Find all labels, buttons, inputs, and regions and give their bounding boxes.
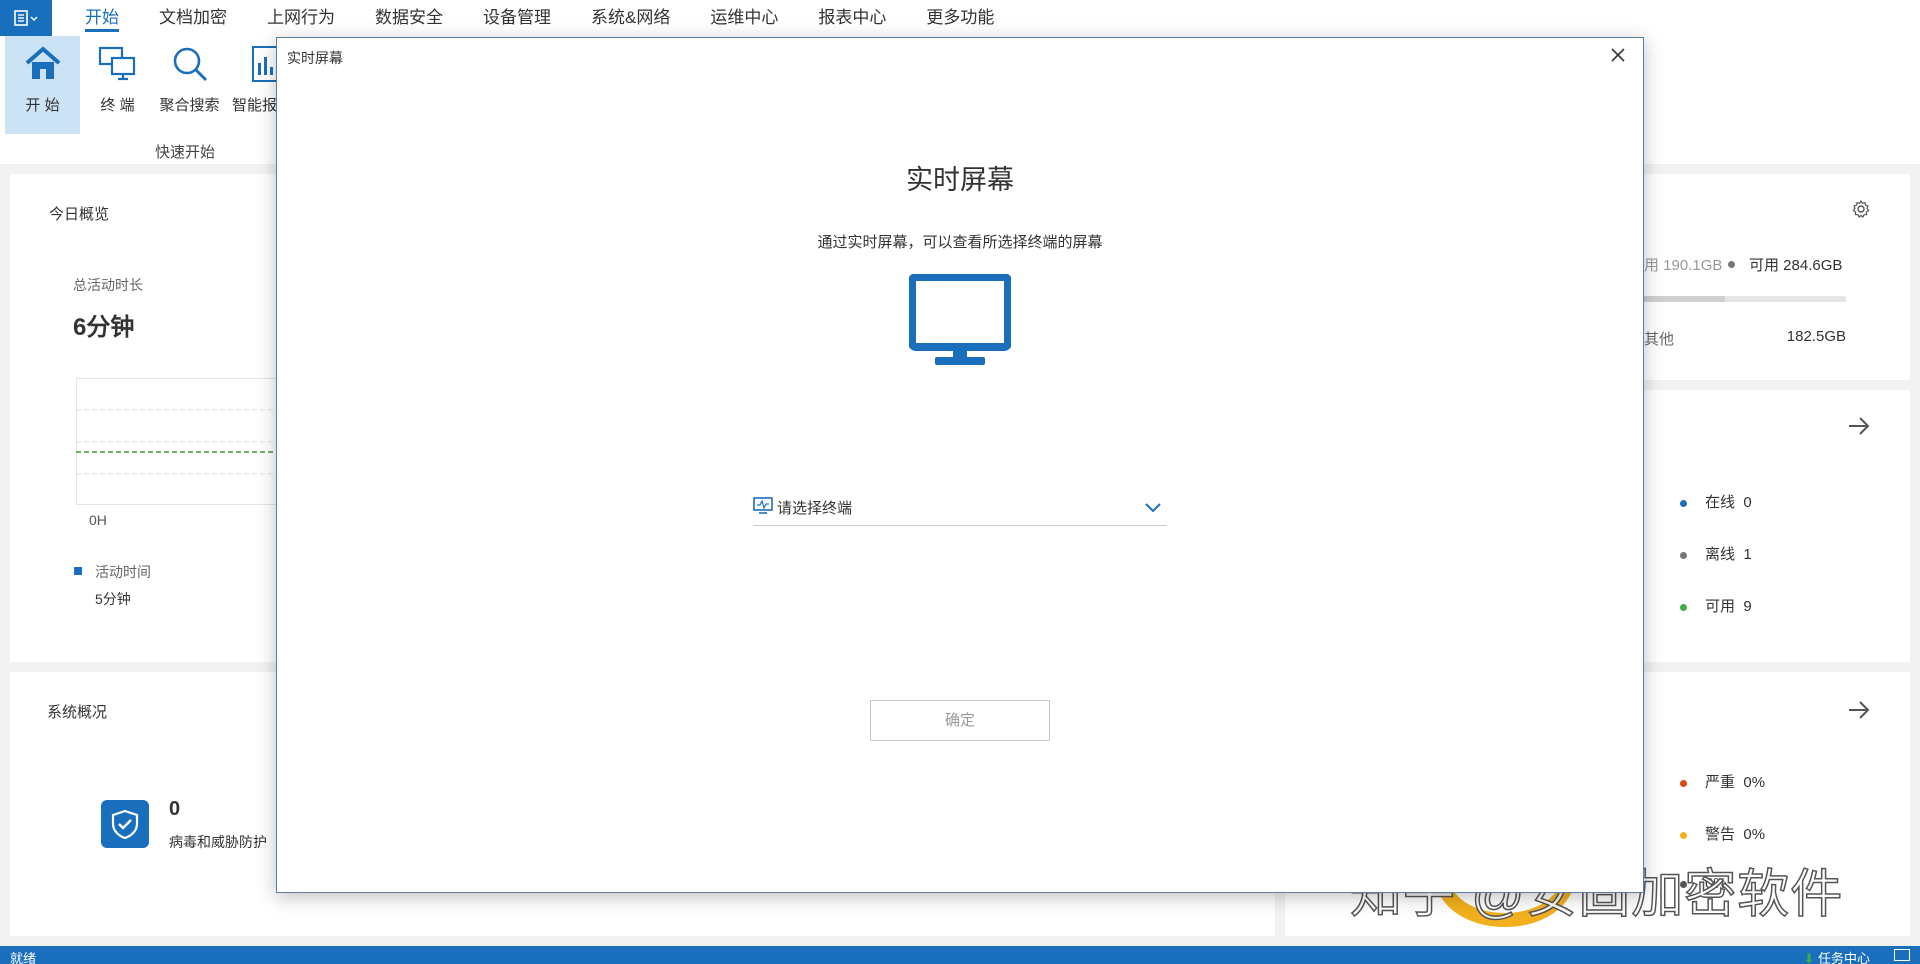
gear-icon[interactable] <box>1852 199 1870 218</box>
terminal-online-item: 在线 0 <box>1680 491 1752 512</box>
disk-usage-bar-fill <box>1644 296 1725 302</box>
terminal-available-item: 可用 9 <box>1680 595 1752 616</box>
disk-used-text: 用 190.1GB <box>1644 257 1723 274</box>
ribbon-terminal-label: 终 端 <box>100 97 135 114</box>
system-overview-title: 系统概况 <box>47 704 108 721</box>
ribbon-start-label: 开 始 <box>25 97 60 114</box>
chevron-down-icon <box>1145 500 1161 516</box>
terminal-select-icon <box>753 497 773 518</box>
dialog-description: 通过实时屏幕，可以查看所选择终端的屏幕 <box>817 234 1103 251</box>
task-center-link[interactable]: ⬇ 任务中心 <box>1803 948 1870 964</box>
total-activity-label: 总活动时长 <box>73 277 143 293</box>
app-menu-button[interactable] <box>0 0 52 36</box>
system-overview-card-extension <box>276 893 1275 936</box>
monitor-icon <box>908 273 1012 373</box>
available-label: 可用 <box>1705 598 1736 615</box>
menu-device-mgmt[interactable]: 设备管理 <box>483 0 551 36</box>
ribbon-start-button[interactable]: 开 始 <box>5 36 80 134</box>
online-dot <box>1680 499 1687 507</box>
system-overview-card: 系统概况 0 病毒和威胁防护 <box>10 672 276 936</box>
disk-usage-card: 用 190.1GB 可用 284.6GB 其他 182.5GB <box>1644 174 1910 380</box>
offline-label: 离线 <box>1705 546 1736 563</box>
task-center-label: 任务中心 <box>1817 951 1870 964</box>
menu-web-behavior[interactable]: 上网行为 <box>267 0 335 36</box>
today-overview-title: 今日概览 <box>49 206 110 223</box>
confirm-button[interactable]: 确定 <box>870 700 1050 741</box>
app-menu-icon <box>14 10 38 26</box>
chart-x-axis-label: 0H <box>89 512 107 528</box>
terminal-arrow-icon[interactable] <box>1848 416 1870 436</box>
ribbon-search-label: 聚合搜索 <box>159 97 220 114</box>
severe-label: 严重 <box>1705 774 1736 791</box>
ribbon-terminal-button[interactable]: 终 端 <box>80 36 155 134</box>
available-count: 9 <box>1743 598 1752 615</box>
menu-report-center[interactable]: 报表中心 <box>818 0 886 36</box>
menu-start[interactable]: 开始 <box>85 0 119 36</box>
close-button[interactable] <box>1607 44 1629 66</box>
virus-threat-count: 0 <box>169 798 181 820</box>
menu-ops-center[interactable]: 运维中心 <box>710 0 778 36</box>
ribbon-smart-report-button[interactable]: 智能报 <box>224 36 276 134</box>
severe-dot <box>1680 779 1687 787</box>
report-icon <box>246 44 276 84</box>
total-activity-value: 6分钟 <box>73 314 135 341</box>
ribbon-group-label: 快速开始 <box>155 144 216 161</box>
online-label: 在线 <box>1705 494 1736 511</box>
menu-system-network[interactable]: 系统&网络 <box>591 0 670 36</box>
available-dot <box>1680 603 1687 611</box>
disk-usage-bar <box>1644 296 1846 302</box>
menu-bar: 开始 文档加密 上网行为 数据安全 设备管理 系统&网络 运维中心 报表中心 更… <box>0 0 1920 36</box>
status-bar: 就绪 ⬇ 任务中心 <box>0 946 1920 964</box>
terminal-status-card: 在线 0 离线 1 可用 9 <box>1644 390 1910 662</box>
status-ready: 就绪 <box>10 951 37 964</box>
warning-pct: 0% <box>1743 826 1766 843</box>
menu-more[interactable]: 更多功能 <box>926 0 994 36</box>
window-icon[interactable] <box>1894 949 1910 961</box>
menu-data-security[interactable]: 数据安全 <box>375 0 443 36</box>
terminal-select-placeholder: 请选择终端 <box>777 500 853 517</box>
menu-doc-encrypt[interactable]: 文档加密 <box>159 0 227 36</box>
ribbon-search-button[interactable]: 聚合搜索 <box>152 36 227 134</box>
disk-other-label: 其他 <box>1644 331 1675 348</box>
today-overview-card: 今日概览 总活动时长 6分钟 0H 活动时间 5分钟 <box>10 174 276 662</box>
warning-label: 警告 <box>1705 826 1736 843</box>
legend-swatch <box>74 567 82 575</box>
disk-available-dot <box>1728 261 1735 268</box>
alert-severe-item: 严重 0% <box>1680 771 1765 792</box>
shield-icon <box>101 800 149 848</box>
disk-available-text: 可用 284.6GB <box>1749 257 1843 274</box>
task-center-icon: ⬇ <box>1803 951 1815 964</box>
dialog-title: 实时屏幕 <box>287 50 343 66</box>
terminal-offline-item: 离线 1 <box>1680 543 1752 564</box>
home-icon <box>23 44 63 84</box>
online-count: 0 <box>1743 494 1752 511</box>
close-icon <box>1611 48 1625 62</box>
severe-pct: 0% <box>1743 774 1766 791</box>
terminal-select[interactable]: 请选择终端 <box>753 490 1167 526</box>
disk-other-value: 182.5GB <box>1786 328 1846 345</box>
offline-count: 1 <box>1743 546 1752 563</box>
alert-warning-item: 警告 0% <box>1680 823 1765 844</box>
search-icon <box>170 44 210 84</box>
realtime-screen-dialog: 实时屏幕 实时屏幕 通过实时屏幕，可以查看所选择终端的屏幕 请选择终端 确定 <box>276 37 1644 893</box>
offline-dot <box>1680 551 1687 559</box>
alert-arrow-icon[interactable] <box>1848 700 1870 720</box>
ribbon-smart-report-label: 智能报 <box>232 97 276 114</box>
activity-chart <box>76 378 276 505</box>
dialog-heading: 实时屏幕 <box>906 165 1014 195</box>
terminal-icon <box>98 44 138 84</box>
warning-dot <box>1680 831 1687 839</box>
legend-activity-value: 5分钟 <box>95 591 131 607</box>
legend-activity-label: 活动时间 <box>95 564 151 580</box>
virus-threat-label: 病毒和威胁防护 <box>169 834 267 850</box>
